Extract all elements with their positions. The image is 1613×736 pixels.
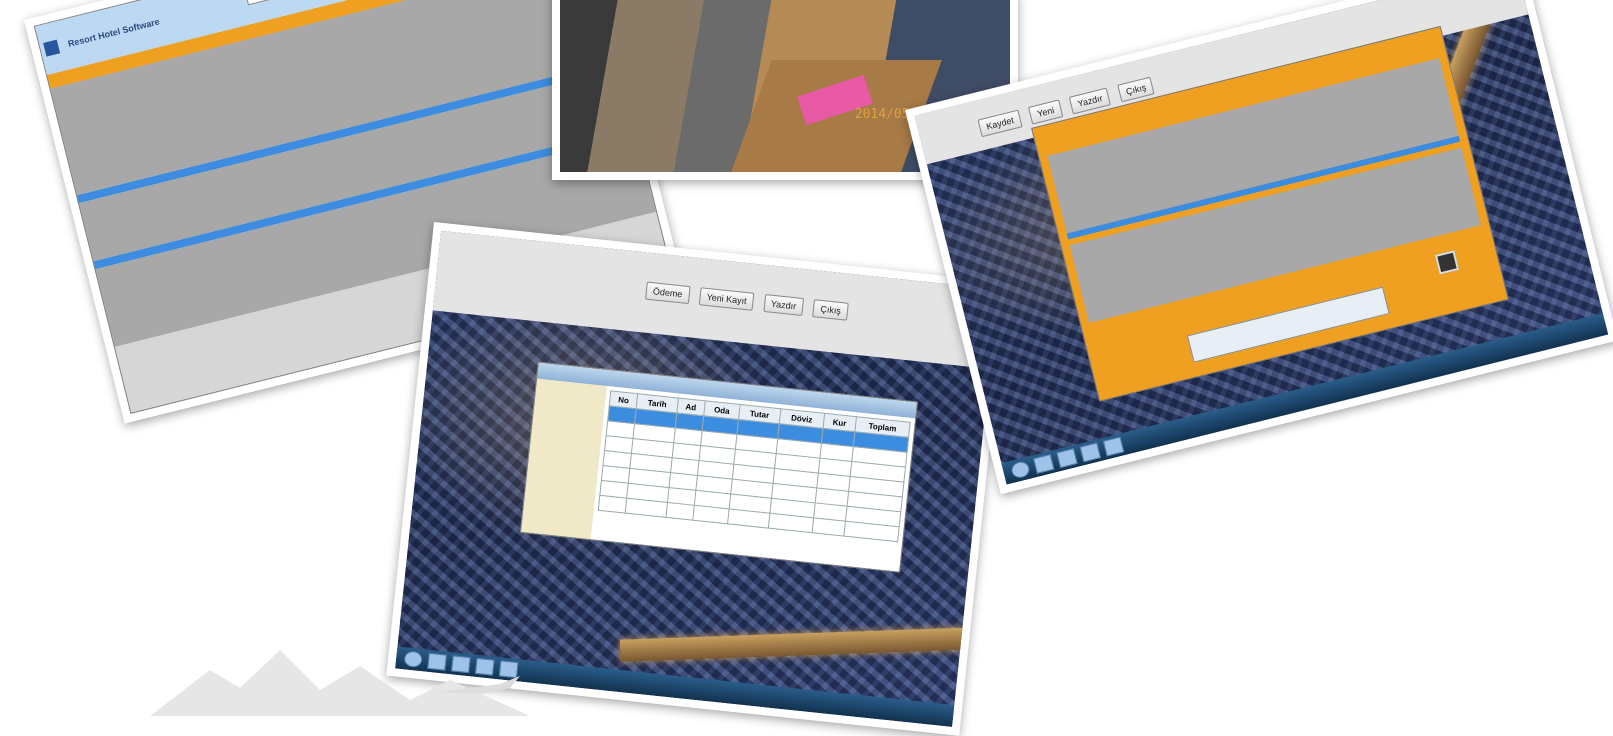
start-button[interactable] (1009, 459, 1032, 480)
new-record-button[interactable]: Yeni Kayıt (698, 287, 755, 311)
print-button[interactable]: Yazdır (763, 293, 805, 316)
right-screenshot: Kaydet Yeni Yazdır Çıkış (914, 0, 1609, 485)
payment-button[interactable]: Ödeme (645, 281, 691, 305)
taskbar-app[interactable] (1033, 454, 1055, 474)
floppy-disk-icon[interactable] (1434, 250, 1460, 275)
airplane-icon (440, 676, 520, 694)
save-button[interactable]: Kaydet (977, 109, 1023, 138)
taskbar-app[interactable] (1056, 448, 1078, 469)
center-toolbar: Ödeme Yeni Kayıt Yazdır Çıkış (645, 281, 855, 322)
taskbar-app[interactable] (1079, 442, 1101, 463)
filter-field[interactable] (245, 0, 309, 6)
app-logo-icon (43, 39, 61, 57)
exit-button[interactable]: Çıkış (812, 299, 849, 321)
app-title: Resort Hotel Software (66, 16, 161, 49)
transactions-table: No Tarih Ad Oda Tutar Döviz Kur Toplam (598, 390, 911, 542)
taskbar-app[interactable] (1102, 436, 1125, 457)
